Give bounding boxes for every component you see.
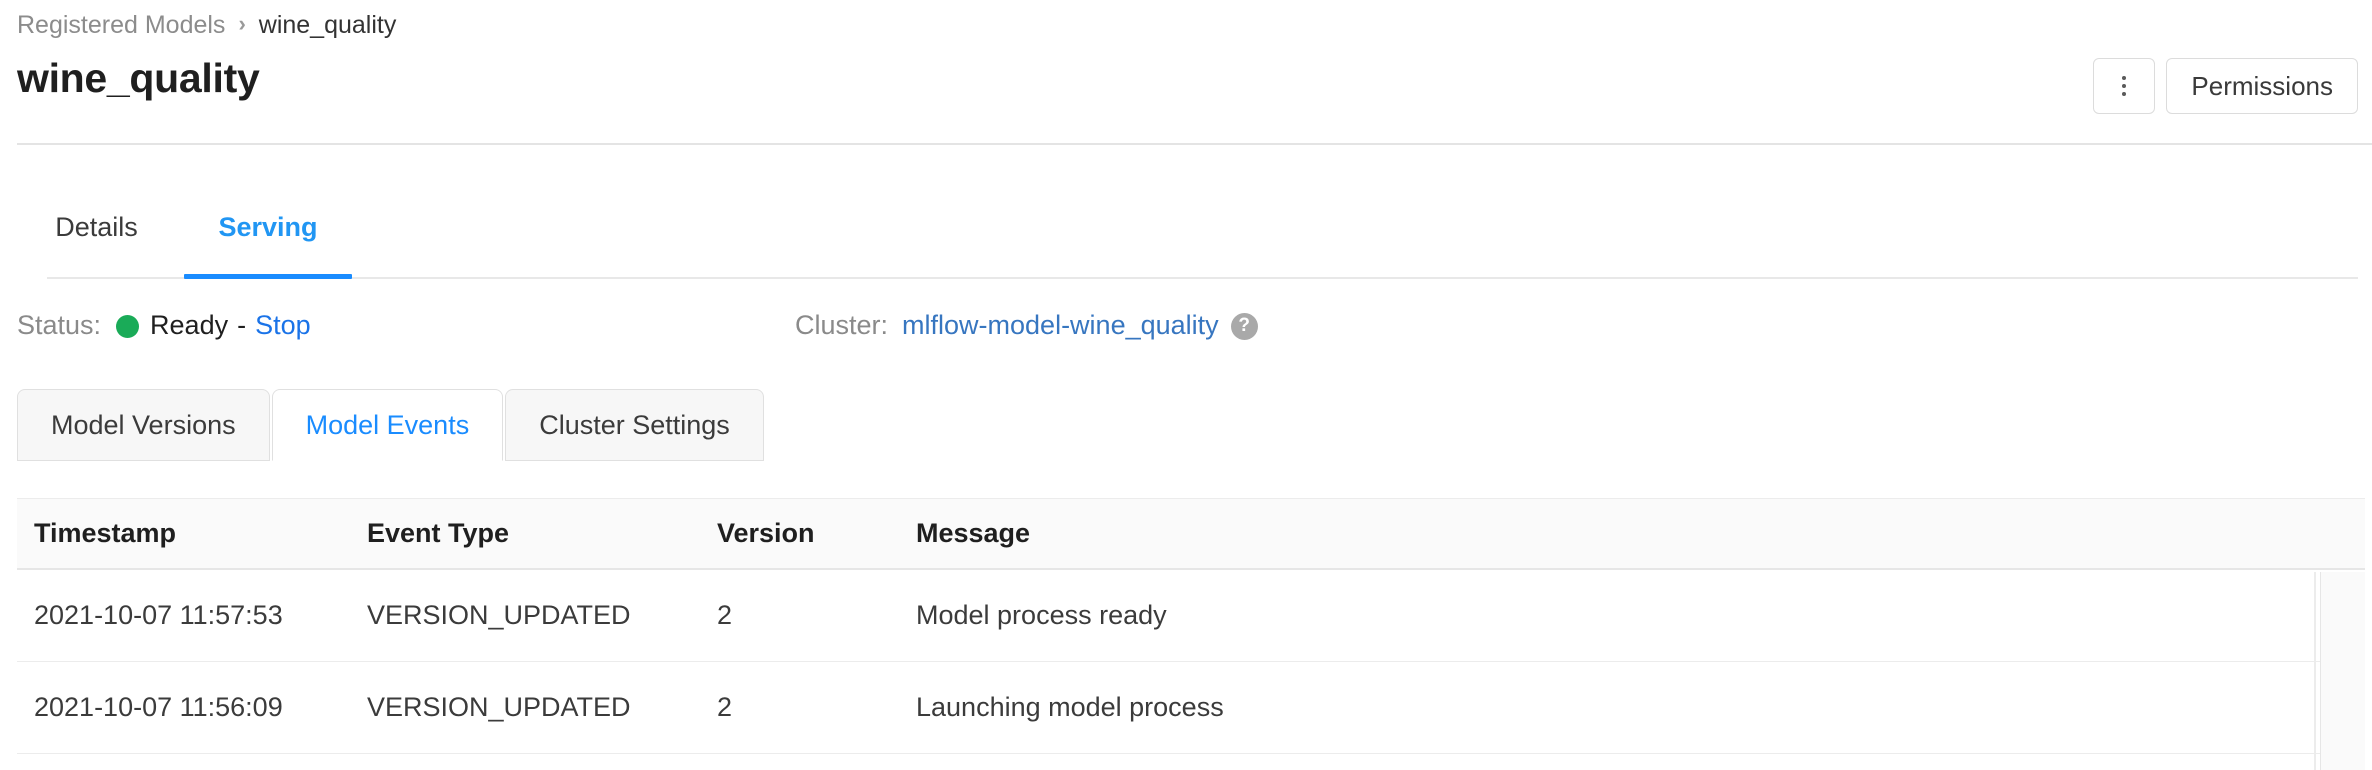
cell-version: 2 — [717, 692, 916, 723]
tab-details[interactable]: Details — [48, 210, 145, 279]
table-scroll-divider — [2314, 572, 2316, 770]
status-separator: - — [237, 310, 246, 341]
cell-event-type: VERSION_UPDATED — [367, 600, 717, 631]
title-actions: Permissions — [2093, 58, 2358, 114]
status-label: Status: — [17, 310, 101, 341]
breadcrumb-current: wine_quality — [259, 8, 397, 42]
tabs-underline — [47, 277, 2358, 279]
table-header-row: Timestamp Event Type Version Message — [17, 498, 2365, 570]
cluster-row: Cluster: mlflow-model-wine_quality ? — [795, 305, 1258, 345]
model-events-table: Timestamp Event Type Version Message 202… — [17, 498, 2365, 770]
cell-version: 2 — [717, 600, 916, 631]
cell-timestamp: 2021-10-07 11:57:53 — [17, 600, 367, 631]
breadcrumb: Registered Models › wine_quality — [17, 8, 396, 42]
kebab-menu-icon — [2122, 76, 2126, 96]
column-header-timestamp[interactable]: Timestamp — [17, 518, 367, 549]
column-header-event-type[interactable]: Event Type — [367, 518, 717, 549]
subtab-model-events[interactable]: Model Events — [272, 389, 504, 461]
cell-message: Launching model process — [916, 692, 2365, 723]
cluster-link[interactable]: mlflow-model-wine_quality — [902, 310, 1219, 341]
page-title: wine_quality — [17, 52, 259, 104]
status-indicator-dot-icon — [116, 315, 139, 338]
cell-event-type: VERSION_UPDATED — [367, 692, 717, 723]
breadcrumb-parent-link[interactable]: Registered Models — [17, 8, 225, 42]
stop-serving-link[interactable]: Stop — [255, 310, 311, 341]
status-value: Ready — [150, 310, 228, 341]
serving-page: Registered Models › wine_quality wine_qu… — [0, 0, 2372, 770]
table-body: 2021-10-07 11:57:53 VERSION_UPDATED 2 Mo… — [17, 570, 2365, 754]
tab-active-indicator — [184, 274, 352, 279]
cluster-label: Cluster: — [795, 310, 888, 341]
tab-serving-label: Serving — [218, 212, 317, 243]
header-divider — [17, 143, 2372, 145]
serving-subtabs: Model Versions Model Events Cluster Sett… — [17, 389, 764, 461]
cell-message: Model process ready — [916, 600, 2365, 631]
title-row: wine_quality Permissions — [17, 56, 2358, 118]
permissions-button[interactable]: Permissions — [2166, 58, 2358, 114]
subtab-model-versions[interactable]: Model Versions — [17, 389, 270, 461]
table-row[interactable]: 2021-10-07 11:57:53 VERSION_UPDATED 2 Mo… — [17, 570, 2365, 662]
tab-serving[interactable]: Serving — [184, 210, 352, 279]
subtab-cluster-settings[interactable]: Cluster Settings — [505, 389, 764, 461]
status-row: Status: Ready - Stop — [17, 305, 311, 345]
table-row[interactable]: 2021-10-07 11:56:09 VERSION_UPDATED 2 La… — [17, 662, 2365, 754]
kebab-menu-button[interactable] — [2093, 58, 2155, 114]
help-circle-icon[interactable]: ? — [1231, 313, 1258, 340]
table-vertical-scrollbar[interactable] — [2320, 572, 2365, 770]
column-header-message[interactable]: Message — [916, 518, 2365, 549]
cell-timestamp: 2021-10-07 11:56:09 — [17, 692, 367, 723]
chevron-right-icon: › — [238, 7, 245, 41]
primary-tabs: Details Serving — [17, 210, 2372, 279]
column-header-version[interactable]: Version — [717, 518, 916, 549]
